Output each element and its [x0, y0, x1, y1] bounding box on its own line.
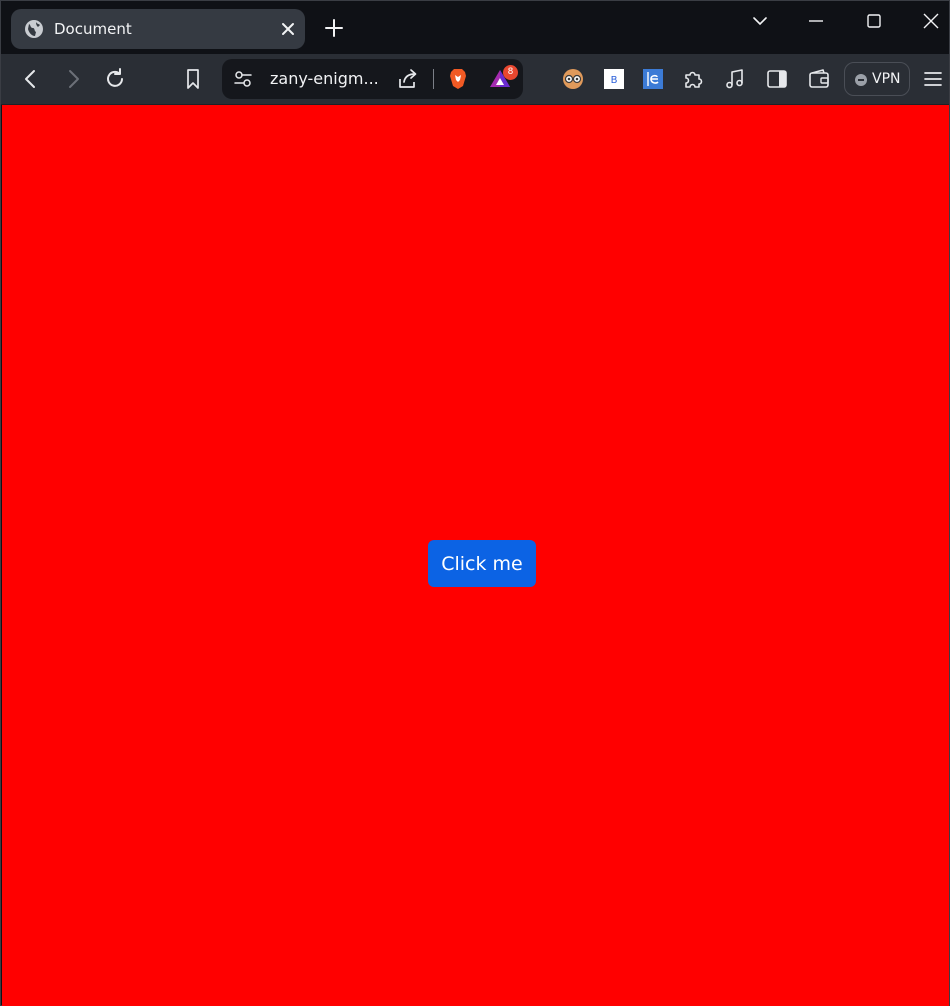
minimize-icon[interactable] [804, 9, 828, 33]
extension-glasses-icon[interactable] [561, 67, 585, 91]
wallet-icon[interactable] [807, 67, 831, 91]
extension-e-icon[interactable] [641, 67, 665, 91]
address-bar-divider [433, 69, 434, 89]
vpn-label: VPN [872, 71, 901, 87]
share-icon[interactable] [396, 67, 420, 91]
site-settings-icon[interactable] [232, 68, 254, 90]
rewards-badge: 8 [503, 65, 518, 80]
brave-shields-icon[interactable] [446, 67, 470, 91]
sidebar-icon[interactable] [765, 67, 789, 91]
vpn-status-icon [855, 74, 867, 86]
url-text[interactable]: zany-enigm... [270, 69, 379, 88]
tab-search-icon[interactable] [748, 9, 772, 33]
vpn-button[interactable]: VPN [844, 62, 910, 96]
tab-document[interactable]: Document [11, 9, 305, 49]
page-viewport: Click me [2, 105, 949, 1006]
media-music-icon[interactable] [723, 67, 747, 91]
reload-icon[interactable] [103, 67, 127, 91]
new-tab-icon[interactable] [322, 16, 346, 40]
globe-icon [25, 20, 43, 38]
browser-toolbar: zany-enigm... 8 B VPN [1, 54, 949, 105]
close-icon[interactable] [279, 20, 297, 38]
extension-b-icon[interactable]: B [602, 67, 626, 91]
bookmark-icon[interactable] [181, 67, 205, 91]
click-me-button[interactable]: Click me [428, 540, 536, 587]
tab-strip: Document [1, 1, 949, 54]
maximize-icon[interactable] [862, 9, 886, 33]
extensions-puzzle-icon[interactable] [681, 67, 705, 91]
forward-icon[interactable] [61, 67, 85, 91]
back-icon[interactable] [19, 67, 43, 91]
tab-title: Document [54, 20, 132, 38]
browser-window: Document zany-enigm... 8 B VPN Click me [0, 0, 950, 1006]
svg-text:B: B [611, 75, 618, 86]
menu-icon[interactable] [921, 67, 945, 91]
window-close-icon[interactable] [919, 9, 943, 33]
address-bar[interactable]: zany-enigm... [222, 59, 523, 99]
